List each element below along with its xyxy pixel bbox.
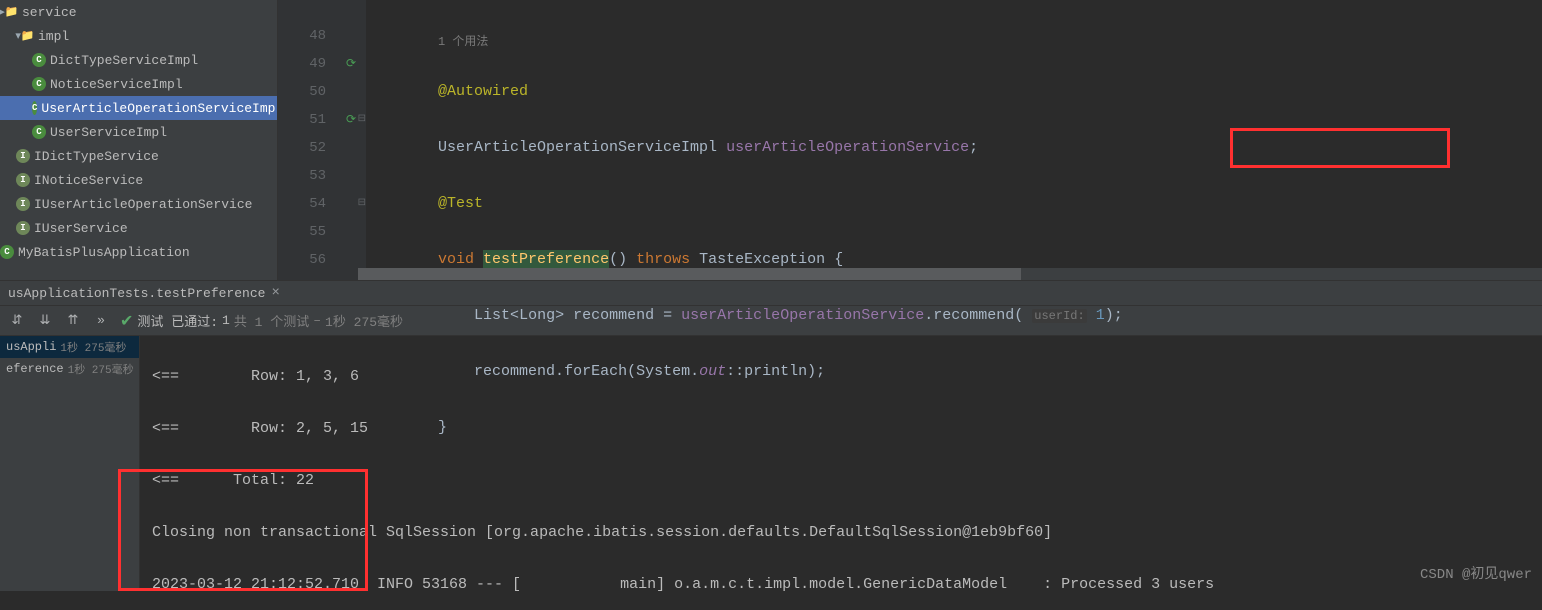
run-tab-label: usApplicationTests.testPreference	[8, 286, 265, 301]
code-type: UserArticleOperationServiceImpl	[438, 139, 717, 156]
interface-icon: I	[16, 149, 30, 163]
tree-label: IDictTypeService	[34, 149, 159, 164]
scrollbar-thumb[interactable]	[358, 268, 1021, 280]
class-icon: C	[0, 245, 14, 259]
line-number[interactable]: 52	[278, 134, 366, 162]
test-status: ✔ 测试 已通过: 1 共 1 个测试 – 1秒 275毫秒	[120, 311, 403, 331]
console-line: 2023-03-12 21:12:52.710 INFO 53168 --- […	[152, 572, 1530, 591]
tree-label: impl	[38, 29, 69, 44]
line-number[interactable]: 55	[278, 218, 366, 246]
tree-label: UserArticleOperationServiceImpl	[41, 101, 278, 116]
tree-label: MyBatisPlusApplication	[18, 245, 190, 260]
console-line: Closing non transactional SqlSession [or…	[152, 520, 1530, 546]
code-field: userArticleOperationService	[726, 139, 969, 156]
line-number[interactable]: 54⊟	[278, 190, 366, 218]
line-number[interactable]: 48	[278, 22, 366, 50]
run-gutter-icon[interactable]: ⟳	[346, 106, 356, 134]
status-total: 共 1 个测试	[234, 311, 309, 330]
test-tree-node[interactable]: eference 1秒 275毫秒	[0, 358, 139, 380]
tree-class-item-selected[interactable]: C UserArticleOperationServiceImpl	[0, 96, 277, 120]
run-tab[interactable]: usApplicationTests.testPreference ×	[0, 281, 288, 305]
line-number[interactable]: 51⟳⊟	[278, 106, 366, 134]
expand-icon[interactable]: ⇊	[36, 312, 54, 330]
line-number[interactable]: 49⟳	[278, 50, 366, 78]
console-output[interactable]: <== Row: 1, 3, 6 <== Row: 2, 5, 15 <== T…	[140, 336, 1542, 591]
console-line: <== Row: 1, 3, 6	[152, 364, 1530, 390]
watermark: CSDN @初见qwer	[1420, 563, 1532, 583]
code-keyword: void	[438, 251, 474, 268]
code-var: recommend	[573, 307, 654, 324]
code-keyword: throws	[636, 251, 690, 268]
tree-label: DictTypeServiceImpl	[50, 53, 198, 68]
class-icon: C	[32, 125, 46, 139]
fold-icon[interactable]: ⊟	[358, 106, 366, 134]
more-icon[interactable]: »	[92, 312, 110, 330]
code-editor[interactable]: 48 49⟳ 50 51⟳⊟ 52 53 54⊟ 55 56 1 个用法 @Au…	[278, 0, 1542, 280]
annotation: @Test	[438, 195, 483, 212]
console-line: <== Total: 22	[152, 468, 1530, 494]
code-field: userArticleOperationService	[681, 307, 924, 324]
tree-package-impl[interactable]: ▾📁 impl	[0, 24, 277, 48]
test-node-label: eference	[6, 362, 64, 376]
class-icon: C	[32, 77, 46, 91]
test-tree[interactable]: usAppli 1秒 275毫秒 eference 1秒 275毫秒	[0, 336, 140, 591]
code-content[interactable]: 1 个用法 @Autowired UserArticleOperationSer…	[366, 0, 1542, 280]
annotation: @Autowired	[438, 83, 528, 100]
status-prefix: 测试 已通过:	[137, 311, 218, 330]
line-number[interactable]: 53	[278, 162, 366, 190]
folder-icon: ▾📁	[16, 27, 34, 45]
folder-icon: ▸📁	[0, 3, 18, 21]
console-line: <== Row: 2, 5, 15	[152, 416, 1530, 442]
close-icon[interactable]: ×	[271, 285, 279, 301]
status-dash: –	[313, 313, 321, 328]
tree-interface-item[interactable]: I IDictTypeService	[0, 144, 277, 168]
interface-icon: I	[16, 221, 30, 235]
collapse-icon[interactable]: ⇈	[64, 312, 82, 330]
line-number[interactable]: 50	[278, 78, 366, 106]
tree-main-class[interactable]: C MyBatisPlusApplication	[0, 240, 277, 264]
check-icon: ✔	[120, 311, 133, 331]
param-hint: userId:	[1032, 309, 1086, 323]
code-type: TasteException	[699, 251, 825, 268]
project-tree[interactable]: ▸📁 service ▾📁 impl C DictTypeServiceImpl…	[0, 0, 278, 280]
class-icon: C	[32, 53, 46, 67]
interface-icon: I	[16, 173, 30, 187]
tree-class-item[interactable]: C DictTypeServiceImpl	[0, 48, 277, 72]
tree-label: IUserService	[34, 221, 128, 236]
tree-label: NoticeServiceImpl	[50, 77, 183, 92]
run-gutter-icon[interactable]: ⟳	[346, 50, 356, 78]
usage-hint: 1 个用法	[438, 35, 488, 49]
code-method-decl: testPreference	[483, 250, 609, 269]
code-type: List	[474, 307, 510, 324]
code-number: 1	[1096, 307, 1105, 324]
tree-class-item[interactable]: C UserServiceImpl	[0, 120, 277, 144]
tree-class-item[interactable]: C NoticeServiceImpl	[0, 72, 277, 96]
code-call: recommend	[933, 307, 1014, 324]
toggle-tree-icon[interactable]: ⇵	[8, 312, 26, 330]
test-node-duration: 1秒 275毫秒	[68, 361, 134, 377]
test-node-label: usAppli	[6, 340, 56, 354]
tree-label: IUserArticleOperationService	[34, 197, 252, 212]
tree-package-service[interactable]: ▸📁 service	[0, 0, 277, 24]
code-type: Long	[519, 307, 555, 324]
editor-scrollbar[interactable]	[358, 268, 1542, 280]
fold-icon[interactable]: ⊟	[358, 190, 366, 218]
line-number[interactable]: 56	[278, 246, 366, 274]
tree-interface-item[interactable]: I IUserService	[0, 216, 277, 240]
class-icon: C	[32, 101, 37, 115]
tree-label: UserServiceImpl	[50, 125, 167, 140]
tree-interface-item[interactable]: I IUserArticleOperationService	[0, 192, 277, 216]
tree-label: service	[22, 5, 77, 20]
status-count: 1	[222, 313, 230, 328]
test-tree-node[interactable]: usAppli 1秒 275毫秒	[0, 336, 139, 358]
test-node-duration: 1秒 275毫秒	[60, 339, 126, 355]
tree-label: INoticeService	[34, 173, 143, 188]
interface-icon: I	[16, 197, 30, 211]
editor-gutter: 48 49⟳ 50 51⟳⊟ 52 53 54⊟ 55 56	[278, 0, 366, 280]
tree-interface-item[interactable]: I INoticeService	[0, 168, 277, 192]
